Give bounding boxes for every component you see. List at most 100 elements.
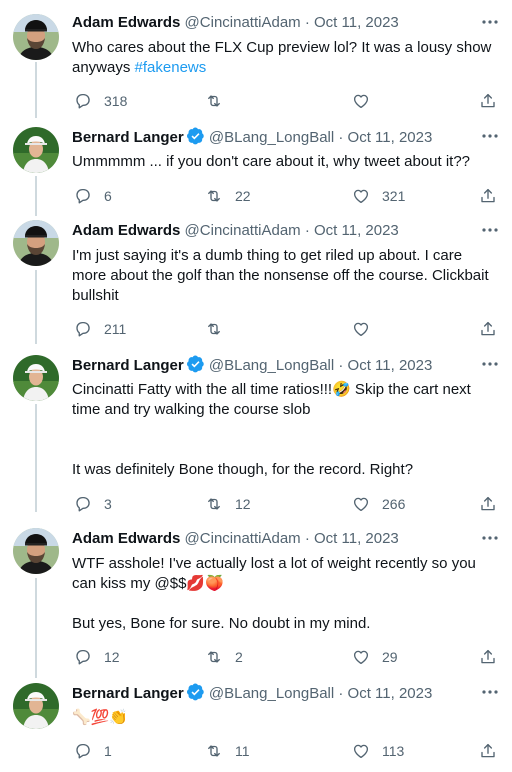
timestamp[interactable]: Oct 11, 2023 bbox=[348, 685, 433, 702]
reply-icon bbox=[74, 742, 92, 760]
like-button[interactable]: 266 bbox=[352, 494, 405, 514]
share-button[interactable] bbox=[479, 494, 497, 514]
reply-count: 211 bbox=[104, 321, 127, 337]
avatar[interactable] bbox=[13, 355, 59, 401]
more-icon[interactable] bbox=[480, 14, 500, 30]
heart-icon bbox=[352, 495, 370, 513]
display-name[interactable]: Bernard Langer bbox=[72, 129, 184, 146]
retweet-button[interactable] bbox=[205, 91, 235, 111]
hashtag-link[interactable]: #fakenews bbox=[135, 59, 207, 76]
heart-icon bbox=[352, 187, 370, 205]
share-button[interactable] bbox=[479, 91, 497, 111]
avatar[interactable] bbox=[13, 220, 59, 266]
verified-badge-icon bbox=[187, 683, 205, 701]
share-icon bbox=[479, 495, 497, 513]
display-name[interactable]: Bernard Langer bbox=[72, 685, 184, 702]
thread-line bbox=[35, 62, 37, 118]
reply-button[interactable]: 6 bbox=[74, 186, 112, 206]
reply-count: 1 bbox=[104, 743, 112, 759]
display-name[interactable]: Bernard Langer bbox=[72, 357, 184, 374]
display-name[interactable]: Adam Edwards bbox=[72, 222, 180, 239]
share-icon bbox=[479, 187, 497, 205]
timestamp[interactable]: Oct 11, 2023 bbox=[348, 129, 433, 146]
share-button[interactable] bbox=[479, 186, 497, 206]
timestamp[interactable]: Oct 11, 2023 bbox=[348, 357, 433, 374]
heart-icon bbox=[352, 648, 370, 666]
more-icon[interactable] bbox=[480, 128, 500, 144]
reply-button[interactable]: 12 bbox=[74, 647, 120, 667]
avatar[interactable] bbox=[13, 14, 59, 60]
tweet-text: Ummmmm ... if you don't care about it, w… bbox=[72, 153, 471, 170]
tweet-text: 🦴💯👏 bbox=[72, 709, 129, 726]
handle[interactable]: @BLang_LongBall bbox=[209, 685, 334, 702]
share-button[interactable] bbox=[479, 319, 497, 339]
timestamp[interactable]: Oct 11, 2023 bbox=[314, 222, 399, 239]
thread-line bbox=[35, 578, 37, 678]
like-button[interactable]: 113 bbox=[352, 741, 404, 761]
more-icon[interactable] bbox=[480, 222, 500, 238]
share-icon bbox=[479, 92, 497, 110]
reply-button[interactable]: 3 bbox=[74, 494, 112, 514]
tweet-header: Adam Edwards @CincinattiAdam · Oct 11, 2… bbox=[72, 529, 399, 549]
avatar[interactable] bbox=[13, 127, 59, 173]
handle[interactable]: @BLang_LongBall bbox=[209, 129, 334, 146]
verified-badge-icon bbox=[187, 355, 205, 373]
retweet-button[interactable]: 2 bbox=[205, 647, 243, 667]
like-button[interactable] bbox=[352, 91, 382, 111]
handle[interactable]: @BLang_LongBall bbox=[209, 357, 334, 374]
separator: · bbox=[304, 530, 310, 547]
heart-icon bbox=[352, 320, 370, 338]
tweet-header: Adam Edwards @CincinattiAdam · Oct 11, 2… bbox=[72, 13, 399, 33]
display-name[interactable]: Adam Edwards bbox=[72, 530, 180, 547]
reply-icon bbox=[74, 495, 92, 513]
more-icon[interactable] bbox=[480, 530, 500, 546]
like-count: 266 bbox=[382, 496, 406, 512]
like-button[interactable] bbox=[352, 319, 382, 339]
tweet-header: Bernard Langer @BLang_LongBall · Oct 11,… bbox=[72, 127, 432, 148]
avatar[interactable] bbox=[13, 683, 59, 729]
retweet-button[interactable] bbox=[205, 319, 235, 339]
separator: · bbox=[304, 222, 310, 239]
share-icon bbox=[479, 320, 497, 338]
reply-count: 3 bbox=[104, 496, 112, 512]
retweet-button[interactable]: 22 bbox=[205, 186, 251, 206]
timestamp[interactable]: Oct 11, 2023 bbox=[314, 14, 399, 31]
tweet-header: Adam Edwards @CincinattiAdam · Oct 11, 2… bbox=[72, 221, 399, 241]
reply-icon bbox=[74, 92, 92, 110]
separator: · bbox=[304, 14, 310, 31]
reply-count: 318 bbox=[104, 93, 128, 109]
reply-icon bbox=[74, 320, 92, 338]
retweet-button[interactable]: 12 bbox=[205, 494, 251, 514]
share-icon bbox=[479, 742, 497, 760]
retweet-icon bbox=[205, 742, 223, 760]
share-button[interactable] bbox=[479, 741, 497, 761]
separator: · bbox=[338, 685, 344, 702]
reply-button[interactable]: 318 bbox=[74, 91, 127, 111]
share-button[interactable] bbox=[479, 647, 497, 667]
retweet-icon bbox=[205, 320, 223, 338]
thread-line bbox=[35, 270, 37, 344]
reply-button[interactable]: 1 bbox=[74, 741, 112, 761]
reply-icon bbox=[74, 187, 92, 205]
retweet-button[interactable]: 11 bbox=[205, 741, 250, 761]
separator: · bbox=[338, 357, 344, 374]
avatar[interactable] bbox=[13, 528, 59, 574]
tweet-text: Who cares about the FLX Cup preview lol?… bbox=[72, 38, 497, 78]
handle[interactable]: @CincinattiAdam bbox=[185, 222, 301, 239]
handle[interactable]: @CincinattiAdam bbox=[185, 530, 301, 547]
reply-button[interactable]: 211 bbox=[74, 319, 126, 339]
thread-line bbox=[35, 176, 37, 216]
reply-count: 6 bbox=[104, 188, 112, 204]
action-bar: 318 bbox=[72, 91, 502, 111]
tweet-text: I'm just saying it's a dumb thing to get… bbox=[72, 247, 493, 304]
like-button[interactable]: 29 bbox=[352, 647, 398, 667]
tweet-text: Cincinatti Fatty with the all time ratio… bbox=[72, 381, 471, 478]
more-icon[interactable] bbox=[480, 684, 500, 700]
more-icon[interactable] bbox=[480, 356, 500, 372]
verified-badge-icon bbox=[187, 127, 205, 145]
display-name[interactable]: Adam Edwards bbox=[72, 14, 180, 31]
handle[interactable]: @CincinattiAdam bbox=[185, 14, 301, 31]
reply-count: 12 bbox=[104, 649, 120, 665]
like-button[interactable]: 321 bbox=[352, 186, 405, 206]
timestamp[interactable]: Oct 11, 2023 bbox=[314, 530, 399, 547]
